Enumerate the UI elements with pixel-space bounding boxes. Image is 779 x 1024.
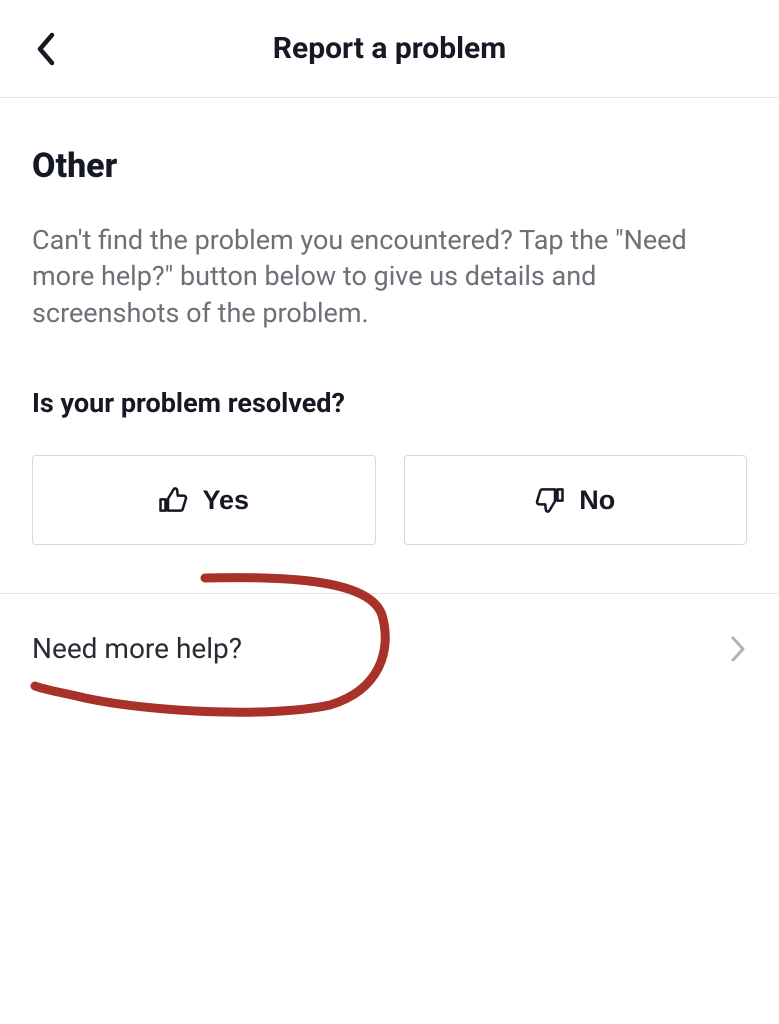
section-description: Can't find the problem you encountered? … bbox=[32, 222, 747, 331]
need-more-help-label: Need more help? bbox=[32, 632, 242, 665]
yes-button[interactable]: Yes bbox=[32, 455, 376, 545]
choice-button-row: Yes No bbox=[32, 455, 747, 545]
no-button[interactable]: No bbox=[404, 455, 748, 545]
page-header: Report a problem bbox=[0, 0, 779, 98]
chevron-left-icon bbox=[33, 31, 59, 67]
back-button[interactable] bbox=[28, 31, 64, 67]
section-heading: Other bbox=[32, 146, 747, 186]
need-more-help-row[interactable]: Need more help? bbox=[32, 594, 747, 703]
chevron-right-icon bbox=[729, 634, 747, 664]
resolved-prompt: Is your problem resolved? bbox=[32, 387, 747, 419]
thumbs-up-icon bbox=[158, 485, 188, 515]
no-button-label: No bbox=[579, 485, 615, 516]
yes-button-label: Yes bbox=[202, 485, 249, 516]
content-area: Other Can't find the problem you encount… bbox=[0, 146, 779, 703]
thumbs-down-icon bbox=[535, 485, 565, 515]
page-title: Report a problem bbox=[273, 31, 506, 66]
